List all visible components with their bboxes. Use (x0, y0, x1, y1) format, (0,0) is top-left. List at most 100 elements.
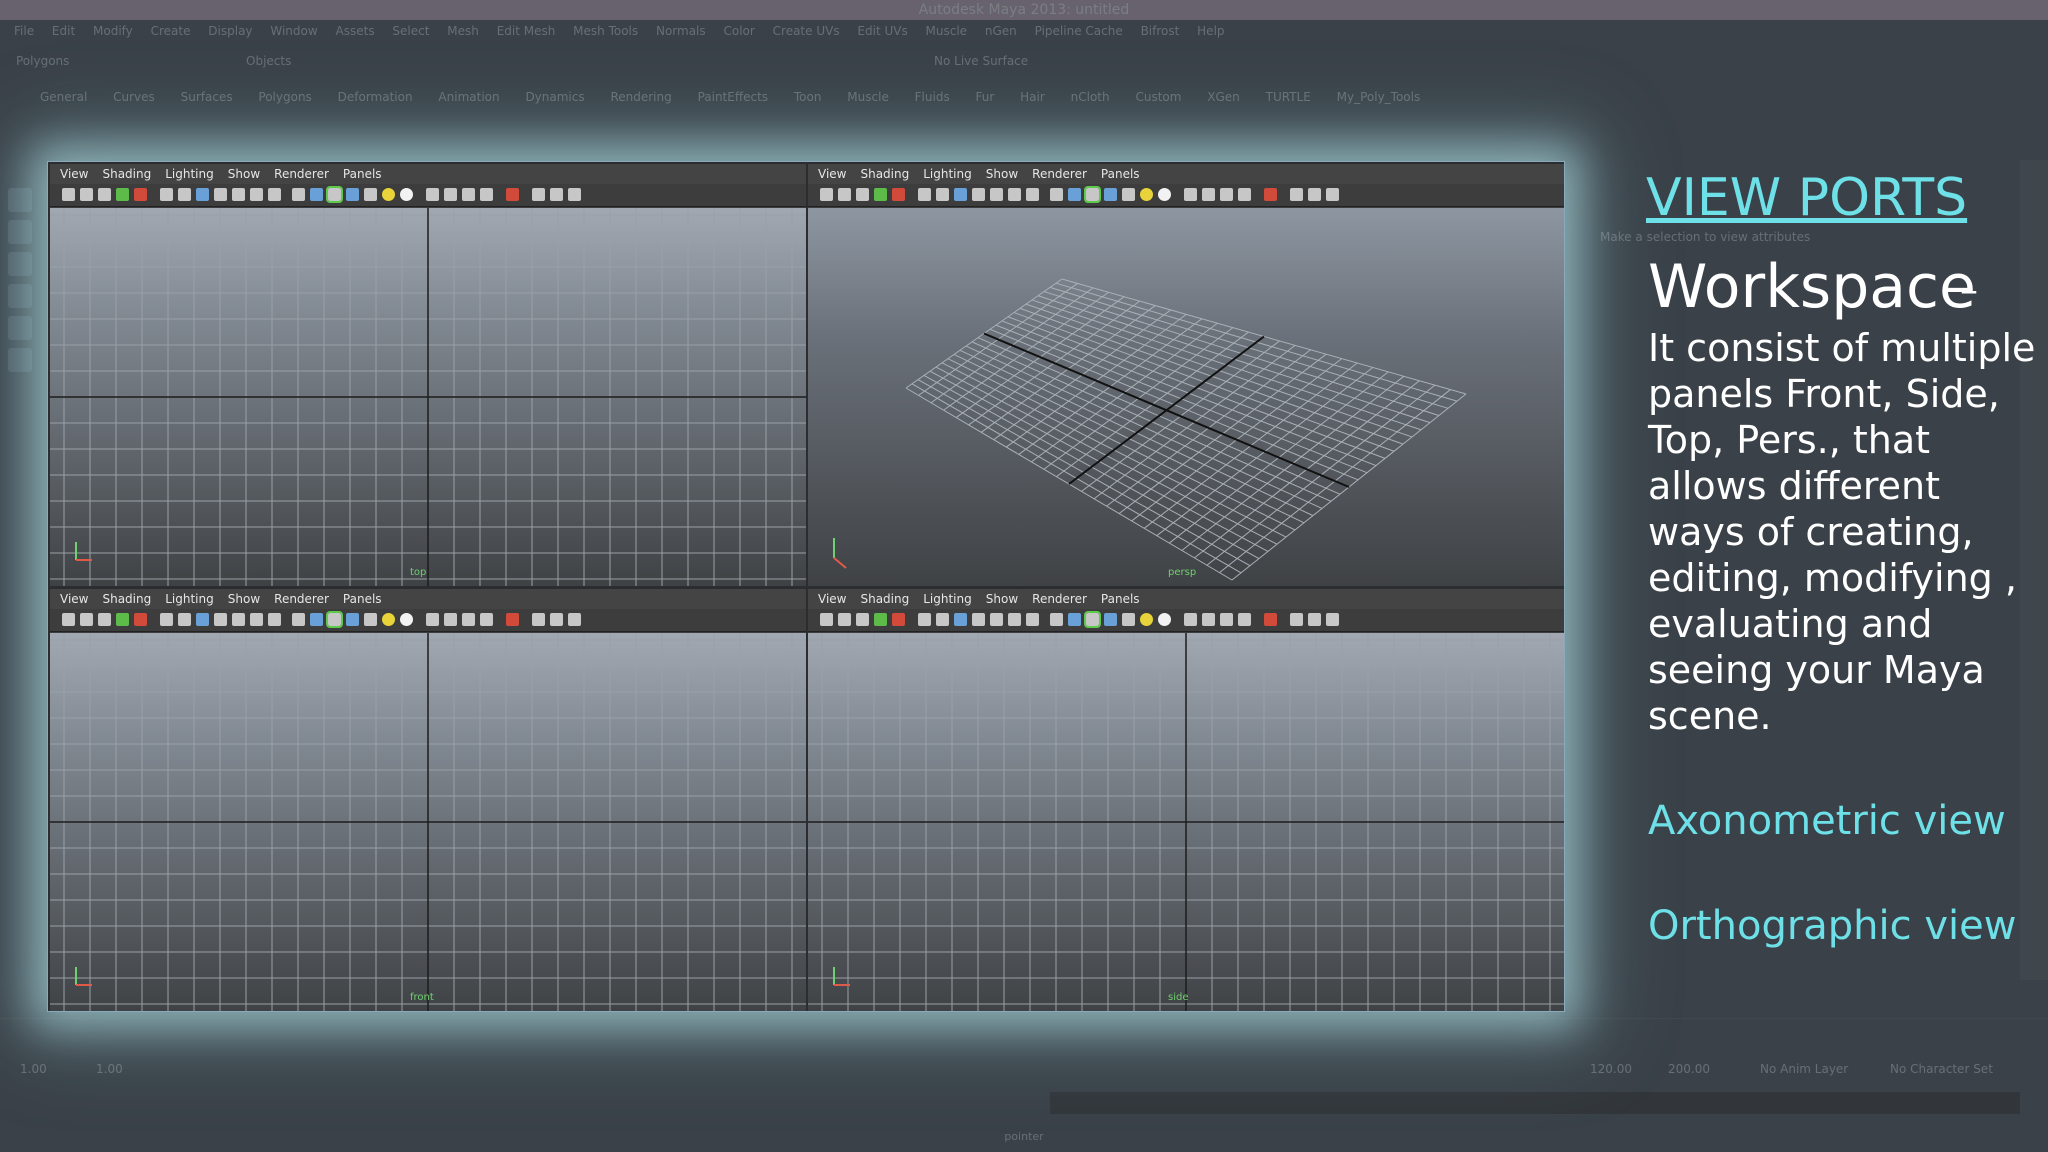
panel-menu-view[interactable]: View (60, 592, 88, 606)
camera-select-icon[interactable] (820, 613, 833, 626)
rotate-tool-icon[interactable] (8, 316, 32, 340)
smooth-shade-icon[interactable] (310, 613, 323, 626)
anim-layer[interactable]: No Anim Layer (1760, 1062, 1848, 1076)
menu-item[interactable]: nGen (985, 24, 1017, 38)
textured-icon[interactable] (346, 188, 359, 201)
menu-item[interactable]: Edit Mesh (497, 24, 556, 38)
camera-select-icon[interactable] (62, 188, 75, 201)
menu-item[interactable]: Pipeline Cache (1035, 24, 1123, 38)
character-set[interactable]: No Character Set (1890, 1062, 1993, 1076)
safe-title-icon[interactable] (1026, 613, 1039, 626)
panel-menu-panels[interactable]: Panels (1101, 592, 1140, 606)
ambient-occlusion-icon[interactable] (444, 613, 457, 626)
motion-blur-icon[interactable] (462, 188, 475, 201)
menu-item[interactable]: Create UVs (773, 24, 840, 38)
bookmark-icon[interactable] (98, 188, 111, 201)
default-light-icon[interactable] (382, 613, 395, 626)
grease-pencil-icon[interactable] (892, 188, 905, 201)
menu-item[interactable]: Bifrost (1141, 24, 1180, 38)
shelf-tab[interactable]: PaintEffects (698, 90, 768, 104)
checker-icon[interactable] (1122, 613, 1135, 626)
shelf-tab[interactable]: General (40, 90, 87, 104)
safe-action-icon[interactable] (250, 613, 263, 626)
motion-blur-icon[interactable] (462, 613, 475, 626)
menu-item[interactable]: Select (392, 24, 429, 38)
wireframe-icon[interactable] (292, 188, 305, 201)
move-tool-icon[interactable] (8, 284, 32, 308)
panel-menu-lighting[interactable]: Lighting (165, 592, 214, 606)
isolate-select-icon[interactable] (506, 188, 519, 201)
panel-menu-show[interactable]: Show (228, 592, 260, 606)
time-slider[interactable] (0, 1018, 2048, 1049)
motion-blur-icon[interactable] (1220, 188, 1233, 201)
camera-attr-icon[interactable] (80, 188, 93, 201)
panel-menu-lighting[interactable]: Lighting (923, 592, 972, 606)
viewport-persp[interactable]: persp (808, 208, 1564, 586)
film-gate-icon[interactable] (936, 613, 949, 626)
menu-item[interactable]: Mesh (447, 24, 479, 38)
menu-item[interactable]: Modify (93, 24, 133, 38)
share-icon[interactable] (568, 188, 581, 201)
xray-icon[interactable] (1290, 613, 1303, 626)
scale-tool-icon[interactable] (8, 348, 32, 372)
panel-menu-shading[interactable]: Shading (860, 167, 909, 181)
anti-alias-icon[interactable] (1238, 188, 1251, 201)
shelf-tab[interactable]: Toon (794, 90, 822, 104)
wireframe-icon[interactable] (292, 613, 305, 626)
camera-select-icon[interactable] (820, 188, 833, 201)
film-gate-icon[interactable] (178, 613, 191, 626)
panel-menu-view[interactable]: View (818, 592, 846, 606)
xray-icon[interactable] (532, 188, 545, 201)
gate-mask-icon[interactable] (972, 188, 985, 201)
menu-item[interactable]: Help (1197, 24, 1224, 38)
panel-menu-panels[interactable]: Panels (343, 592, 382, 606)
menu-item[interactable]: Muscle (926, 24, 968, 38)
xray-joints-icon[interactable] (550, 613, 563, 626)
lasso-tool-icon[interactable] (8, 220, 32, 244)
xray-joints-icon[interactable] (1308, 188, 1321, 201)
shelf-tab[interactable]: Surfaces (181, 90, 233, 104)
share-icon[interactable] (568, 613, 581, 626)
shelf-tab[interactable]: Rendering (610, 90, 671, 104)
shadows-icon[interactable] (426, 613, 439, 626)
shadows-icon[interactable] (1184, 613, 1197, 626)
ambient-occlusion-icon[interactable] (1202, 188, 1215, 201)
safe-title-icon[interactable] (1026, 188, 1039, 201)
shelf-tab[interactable]: My_Poly_Tools (1337, 90, 1421, 104)
default-light-icon[interactable] (1140, 613, 1153, 626)
gate-mask-icon[interactable] (214, 188, 227, 201)
panel-menu-renderer[interactable]: Renderer (274, 592, 329, 606)
xray-icon[interactable] (532, 613, 545, 626)
gate-mask-icon[interactable] (972, 613, 985, 626)
menu-item[interactable]: Edit (52, 24, 75, 38)
shelf-tab[interactable]: Deformation (338, 90, 413, 104)
field-chart-icon[interactable] (232, 188, 245, 201)
field-chart-icon[interactable] (990, 188, 1003, 201)
image-plane-icon[interactable] (116, 188, 129, 201)
panel-top[interactable]: View Shading Lighting Show Renderer Pane… (50, 164, 806, 586)
shelf-tab[interactable]: Fur (976, 90, 995, 104)
checker-icon[interactable] (364, 188, 377, 201)
menu-item[interactable]: Create (151, 24, 191, 38)
grid-icon[interactable] (160, 188, 173, 201)
shelf-tab[interactable]: Hair (1020, 90, 1045, 104)
wireframe-on-shaded-icon[interactable] (1084, 186, 1101, 203)
panel-menu-lighting[interactable]: Lighting (923, 167, 972, 181)
film-gate-icon[interactable] (936, 188, 949, 201)
motion-blur-icon[interactable] (1220, 613, 1233, 626)
shelf-tab[interactable]: Fluids (915, 90, 950, 104)
panel-menu-panels[interactable]: Panels (1101, 167, 1140, 181)
menu-item[interactable]: File (14, 24, 34, 38)
menu-item[interactable]: Normals (656, 24, 706, 38)
anti-alias-icon[interactable] (480, 613, 493, 626)
shadows-icon[interactable] (426, 188, 439, 201)
image-plane-icon[interactable] (874, 613, 887, 626)
mode-dropdown[interactable]: Polygons (16, 54, 69, 68)
bookmark-icon[interactable] (856, 188, 869, 201)
panel-front[interactable]: View Shading Lighting Show Renderer Pane… (50, 589, 806, 1011)
textured-icon[interactable] (346, 613, 359, 626)
anti-alias-icon[interactable] (480, 188, 493, 201)
grease-pencil-icon[interactable] (134, 613, 147, 626)
panel-menu-renderer[interactable]: Renderer (274, 167, 329, 181)
menu-item[interactable]: Window (270, 24, 317, 38)
